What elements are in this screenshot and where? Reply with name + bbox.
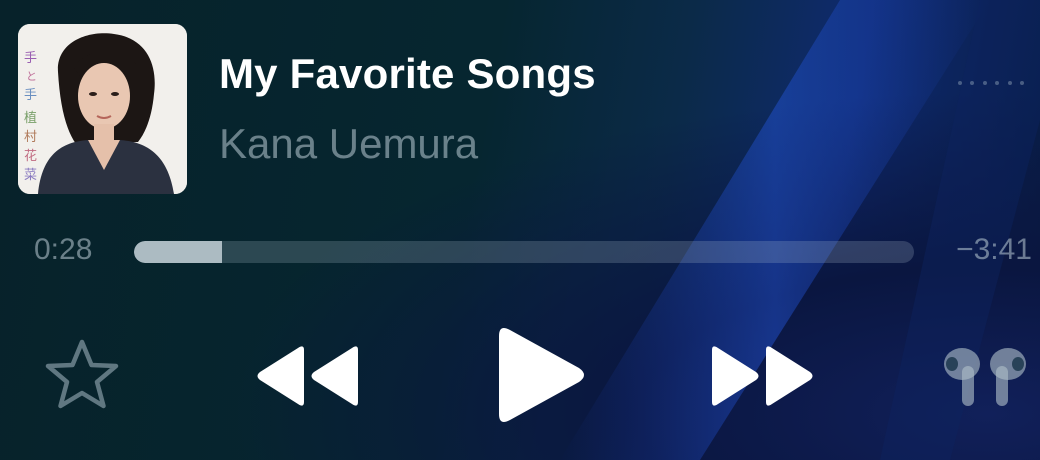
album-art-portrait: 手 と 手 植 村 花 菜 [18, 24, 187, 194]
play-icon[interactable] [493, 322, 589, 428]
song-title: My Favorite Songs [219, 50, 596, 97]
album-art[interactable]: 手 と 手 植 村 花 菜 [18, 24, 187, 194]
more-button[interactable] [958, 74, 1024, 92]
more-dot [958, 81, 962, 85]
svg-text:花: 花 [24, 148, 37, 164]
more-dot [1019, 81, 1024, 85]
more-dot [982, 81, 987, 85]
more-dot [970, 81, 975, 85]
svg-text:と: と [26, 70, 37, 83]
remaining-time: −3:41 [956, 233, 1032, 266]
svg-text:菜: 菜 [24, 168, 37, 183]
rewind-icon[interactable] [252, 340, 362, 412]
svg-text:植: 植 [24, 111, 37, 126]
svg-text:手: 手 [24, 51, 37, 66]
more-dot [995, 81, 1000, 85]
star-outline-icon[interactable] [42, 336, 122, 414]
artist-name[interactable]: Kana Uemura [219, 120, 478, 168]
progress-fill [134, 241, 223, 263]
more-dot [1007, 81, 1012, 85]
airpods-pro-icon[interactable] [940, 340, 1032, 410]
svg-text:村: 村 [24, 130, 37, 145]
elapsed-time: 0:28 [34, 233, 93, 266]
progress-scrubber[interactable] [134, 241, 914, 263]
svg-text:手: 手 [24, 88, 37, 103]
fast-forward-icon[interactable] [708, 340, 820, 412]
